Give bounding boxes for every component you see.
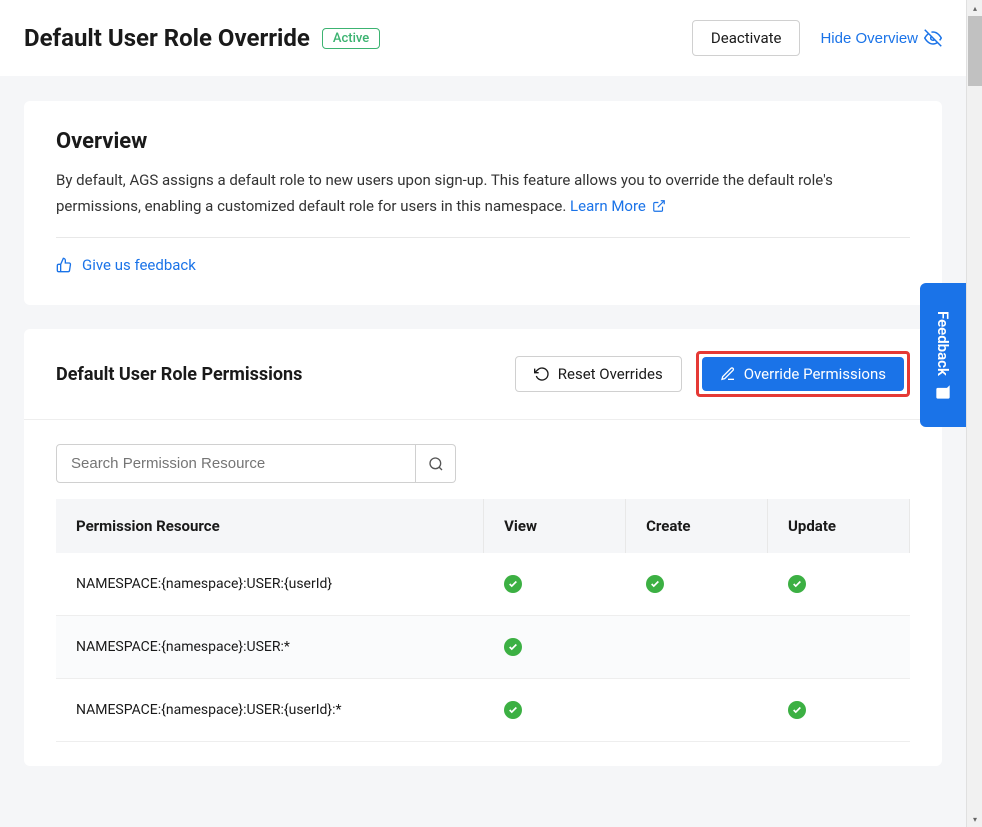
overview-text: By default, AGS assigns a default role t… [56,168,910,219]
cell-view [484,616,626,679]
page-title: Default User Role Override [24,24,310,52]
search-button[interactable] [416,444,456,483]
refresh-icon [534,366,550,382]
learn-more-link[interactable]: Learn More [570,194,666,220]
overview-card: Overview By default, AGS assigns a defau… [24,101,942,305]
cell-create [626,679,768,742]
reset-overrides-label: Reset Overrides [558,365,663,383]
cell-resource: NAMESPACE:{namespace}:USER:{userId}:* [56,679,484,742]
permissions-title: Default User Role Permissions [56,364,302,385]
permissions-table: Permission Resource View Create Update N… [56,499,910,742]
check-icon [788,575,806,593]
give-feedback-label: Give us feedback [82,256,196,274]
feedback-tab-label: Feedback [934,311,952,376]
table-row: NAMESPACE:{namespace}:USER:{userId}:* [56,679,910,742]
cell-resource: NAMESPACE:{namespace}:USER:{userId} [56,553,484,616]
col-update: Update [768,499,910,553]
cell-view [484,553,626,616]
chat-icon [935,383,951,399]
give-feedback-link[interactable]: Give us feedback [56,256,196,274]
cell-update [768,553,910,616]
col-view: View [484,499,626,553]
check-icon [504,638,522,656]
override-permissions-label: Override Permissions [744,365,886,383]
highlight-box: Override Permissions [696,351,910,397]
thumbs-up-icon [56,257,72,273]
cell-create [626,616,768,679]
feedback-tab[interactable]: Feedback [920,283,966,427]
cell-resource: NAMESPACE:{namespace}:USER:* [56,616,484,679]
divider [56,237,910,238]
search-icon [428,456,444,472]
learn-more-label: Learn More [570,194,646,220]
cell-view [484,679,626,742]
scrollbar-thumb[interactable] [968,16,982,86]
permissions-card: Default User Role Permissions Reset Over… [24,329,942,766]
hide-overview-label: Hide Overview [820,30,918,47]
check-icon [504,575,522,593]
scroll-down-arrow[interactable]: ▾ [967,811,982,827]
deactivate-button[interactable]: Deactivate [692,20,801,56]
eye-off-icon [924,29,942,47]
search-input[interactable] [56,444,416,483]
page-header: Default User Role Override Active Deacti… [0,0,966,77]
status-badge: Active [322,28,380,49]
table-row: NAMESPACE:{namespace}:USER:* [56,616,910,679]
hide-overview-button[interactable]: Hide Overview [820,29,942,47]
col-create: Create [626,499,768,553]
col-resource: Permission Resource [56,499,484,553]
cell-update [768,679,910,742]
check-icon [504,701,522,719]
check-icon [646,575,664,593]
cell-update [768,616,910,679]
edit-icon [720,366,736,382]
table-row: NAMESPACE:{namespace}:USER:{userId} [56,553,910,616]
overview-title: Overview [56,129,910,154]
check-icon [788,701,806,719]
external-link-icon [652,199,666,213]
scroll-up-arrow[interactable]: ▴ [967,0,982,16]
cell-create [626,553,768,616]
reset-overrides-button[interactable]: Reset Overrides [515,356,682,392]
override-permissions-button[interactable]: Override Permissions [702,357,904,391]
scrollbar[interactable]: ▴ ▾ [966,0,982,827]
